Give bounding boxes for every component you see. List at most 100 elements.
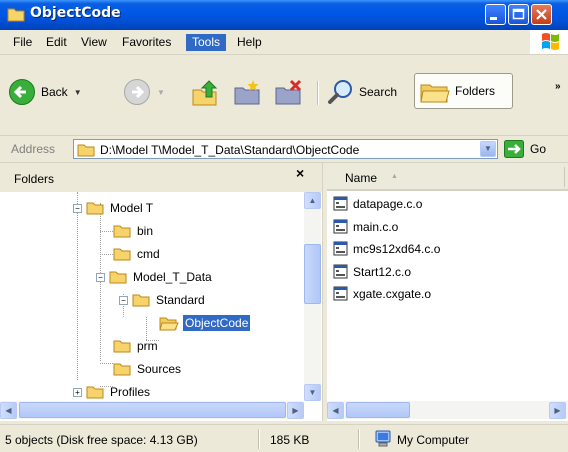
- go-button[interactable]: Go: [504, 140, 546, 158]
- go-label: Go: [530, 142, 547, 156]
- menu-view[interactable]: View: [75, 34, 113, 51]
- scroll-thumb[interactable]: [346, 402, 410, 418]
- tree-item-model-t-data[interactable]: − Model_T_Data: [96, 266, 214, 288]
- folder-icon: [77, 144, 95, 157]
- column-divider[interactable]: [564, 167, 565, 187]
- title-bar[interactable]: ObjectCode: [0, 0, 568, 30]
- folder-icon: [113, 248, 131, 261]
- folder-icon: [132, 294, 150, 307]
- scroll-down-button[interactable]: ▼: [304, 384, 321, 401]
- chevron-down-icon[interactable]: ▼: [74, 88, 82, 97]
- open-folder-icon: [159, 317, 179, 330]
- folders-icon: [420, 84, 450, 103]
- chevron-down-icon[interactable]: ▼: [157, 88, 165, 97]
- up-folder-icon: [192, 80, 218, 106]
- menu-file[interactable]: File: [7, 34, 38, 51]
- menu-help[interactable]: Help: [231, 34, 268, 51]
- close-icon: [536, 9, 547, 20]
- close-button[interactable]: [531, 4, 552, 25]
- tree-item-bin[interactable]: bin: [113, 220, 155, 242]
- folder-icon: [109, 271, 127, 284]
- up-folder-button[interactable]: [190, 78, 220, 108]
- file-name: datapage.c.o: [353, 197, 423, 211]
- new-folder-icon: [234, 80, 260, 105]
- folders-vertical-scrollbar[interactable]: ▲ ▼: [304, 192, 321, 401]
- tree-item-prm[interactable]: prm: [113, 335, 160, 357]
- folders-button[interactable]: Folders: [414, 73, 513, 109]
- scroll-right-button[interactable]: ▶: [549, 402, 566, 419]
- folder-icon: [113, 363, 131, 376]
- tree-item-label: prm: [137, 339, 158, 353]
- folders-pane-title: Folders: [14, 172, 55, 186]
- tree-line: [100, 231, 113, 232]
- new-folder-button[interactable]: [233, 78, 263, 108]
- scroll-up-button[interactable]: ▲: [304, 192, 321, 209]
- windows-flag-icon: [542, 33, 559, 50]
- file-item[interactable]: datapage.c.o: [333, 195, 422, 213]
- toolbar-more-chevron[interactable]: »: [555, 81, 561, 92]
- file-name: main.c.o: [353, 220, 399, 234]
- menu-bar: File Edit View Favorites Tools Help: [0, 30, 568, 55]
- object-file-icon: [333, 264, 348, 279]
- tree-item-label: ObjectCode: [183, 315, 251, 331]
- tree-item-cmd[interactable]: cmd: [113, 243, 162, 265]
- object-file-icon: [333, 241, 348, 256]
- forward-button[interactable]: ▼: [123, 78, 165, 106]
- go-arrow-icon: [504, 140, 524, 158]
- tree-item-standard[interactable]: − Standard: [119, 289, 207, 311]
- scroll-left-button[interactable]: ◀: [0, 402, 17, 419]
- tree-item-objectcode[interactable]: ObjectCode: [159, 312, 251, 334]
- file-item[interactable]: xgate.cxgate.o: [333, 285, 431, 303]
- file-name: xgate.cxgate.o: [353, 287, 432, 301]
- collapse-icon[interactable]: −: [96, 272, 105, 282]
- scroll-thumb[interactable]: [304, 244, 321, 304]
- folder-icon: [113, 340, 131, 353]
- forward-arrow-icon: [124, 79, 150, 105]
- status-objects: 5 objects (Disk free space: 4.13 GB): [5, 433, 198, 447]
- file-item[interactable]: main.c.o: [333, 218, 398, 236]
- file-item[interactable]: mc9s12xd64.c.o: [333, 240, 440, 258]
- scroll-left-button[interactable]: ◀: [327, 402, 344, 419]
- file-item[interactable]: Start12.c.o: [333, 263, 411, 281]
- address-dropdown-button[interactable]: ▼: [480, 141, 496, 157]
- column-name-label: Name: [345, 171, 378, 185]
- address-label: Address: [11, 142, 56, 156]
- delete-icon: [275, 79, 302, 105]
- address-bar: Address D:\Model T\Model_T_Data\Standard…: [0, 136, 568, 163]
- tree-item-model-t[interactable]: − Model T: [73, 197, 155, 219]
- files-horizontal-scrollbar[interactable]: ◀ ▶: [327, 401, 568, 419]
- maximize-button[interactable]: [508, 4, 529, 25]
- folders-label: Folders: [455, 84, 496, 98]
- menu-tools[interactable]: Tools: [186, 34, 227, 51]
- minimize-button[interactable]: [485, 4, 506, 25]
- sort-ascending-icon: ▲: [391, 173, 398, 180]
- folders-pane: Folders × − Model T bin cmd − Model_T_Da…: [0, 163, 323, 421]
- search-button[interactable]: Search: [327, 78, 397, 106]
- object-file-icon: [333, 196, 348, 211]
- scroll-right-button[interactable]: ▶: [287, 402, 304, 419]
- object-file-icon: [333, 219, 348, 234]
- back-button[interactable]: Back ▼: [8, 78, 82, 106]
- tree-item-sources[interactable]: Sources: [113, 358, 183, 380]
- collapse-icon[interactable]: −: [73, 203, 82, 213]
- tree-line: [100, 254, 113, 255]
- tree-item-profiles[interactable]: + Profiles: [73, 381, 152, 399]
- address-value: D:\Model T\Model_T_Data\Standard\ObjectC…: [100, 143, 360, 157]
- folder-tree: − Model T bin cmd − Model_T_Data − Stand…: [0, 192, 304, 399]
- explorer-window: ObjectCode File Edit View Favorites Tool…: [0, 0, 568, 452]
- name-column-header[interactable]: Name ▲: [327, 163, 568, 191]
- file-list-pane: Name ▲ datapage.c.o main.c.o mc9s12xd64.…: [327, 163, 568, 421]
- status-bar: 5 objects (Disk free space: 4.13 GB) 185…: [0, 424, 568, 452]
- tree-item-label: Standard: [156, 293, 205, 307]
- menu-favorites[interactable]: Favorites: [116, 34, 177, 51]
- collapse-icon[interactable]: −: [119, 295, 128, 305]
- scroll-thumb[interactable]: [19, 402, 286, 418]
- folder-icon: [113, 225, 131, 238]
- menu-edit[interactable]: Edit: [40, 34, 73, 51]
- standard-toolbar: Back ▼ ▼ Search Folders »: [0, 55, 568, 136]
- address-input[interactable]: D:\Model T\Model_T_Data\Standard\ObjectC…: [73, 139, 498, 159]
- folders-pane-close-button[interactable]: ×: [296, 165, 304, 181]
- delete-button[interactable]: [274, 78, 304, 108]
- folders-horizontal-scrollbar[interactable]: ◀ ▶: [0, 401, 304, 419]
- expand-icon[interactable]: +: [73, 387, 82, 397]
